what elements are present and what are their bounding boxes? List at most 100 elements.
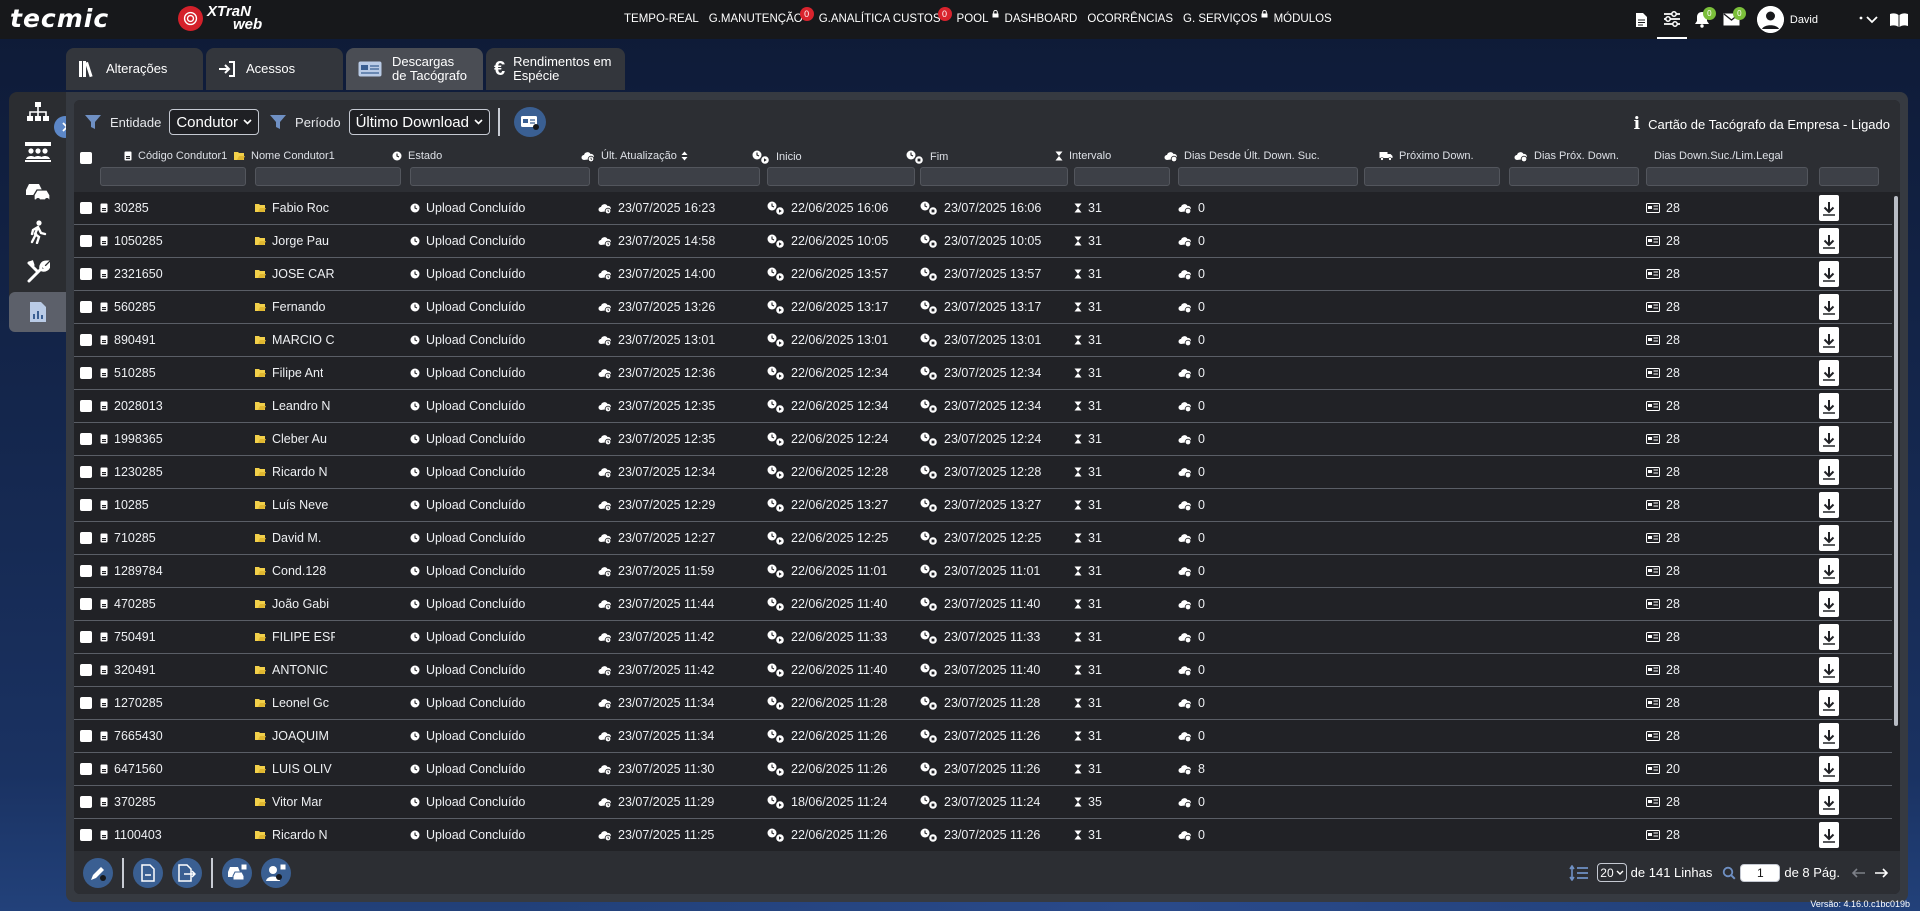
col-last-update-header[interactable]: Últ. Atualização xyxy=(581,150,688,162)
column-filter-input[interactable] xyxy=(1074,167,1170,186)
col-end-header[interactable]: Fim xyxy=(906,150,948,164)
nav-item-g-anal-tica-custos[interactable]: G.ANALÍTICA CUSTOS 0 xyxy=(819,7,952,25)
download-button[interactable] xyxy=(1819,492,1839,518)
company-card-button[interactable] xyxy=(513,107,546,137)
scrollbar-thumb[interactable] xyxy=(1894,196,1898,726)
download-button[interactable] xyxy=(1819,525,1839,551)
column-filter-input[interactable] xyxy=(598,167,760,186)
row-checkbox[interactable] xyxy=(80,565,92,577)
table-row[interactable]: 1998365 Cleber Au Upload Concluído 23/07/20… xyxy=(74,423,1892,456)
sidebar-item-vehicles[interactable] xyxy=(9,172,66,212)
row-checkbox[interactable] xyxy=(80,499,92,511)
download-button[interactable] xyxy=(1819,327,1839,353)
row-checkbox[interactable] xyxy=(80,598,92,610)
select-all-checkbox[interactable] xyxy=(80,152,92,164)
download-button[interactable] xyxy=(1819,723,1839,749)
row-checkbox[interactable] xyxy=(80,829,92,841)
col-driver-name-header[interactable]: Nome Condutor1 xyxy=(234,150,335,162)
scrollbar[interactable] xyxy=(1892,192,1900,736)
row-checkbox[interactable] xyxy=(80,631,92,643)
column-filter-input[interactable] xyxy=(767,167,915,186)
table-row[interactable]: 470285 João Gabi Upload Concluído 23/07/202… xyxy=(74,588,1892,621)
table-row[interactable]: 1100403 Ricardo N Upload Concluído 23/07/20… xyxy=(74,819,1892,852)
table-row[interactable]: 710285 David M. Upload Concluído 23/07/2025… xyxy=(74,522,1892,555)
nav-item-g-manuten-o[interactable]: G.MANUTENÇÃO 0 xyxy=(709,7,814,25)
column-filter-input[interactable] xyxy=(1509,167,1639,186)
download-button[interactable] xyxy=(1819,360,1839,386)
row-checkbox[interactable] xyxy=(80,730,92,742)
row-checkbox[interactable] xyxy=(80,235,92,247)
row-checkbox[interactable] xyxy=(80,664,92,676)
row-checkbox[interactable] xyxy=(80,763,92,775)
table-row[interactable]: 1289784 Cond.128 Upload Concluído 23/07/202… xyxy=(74,555,1892,588)
download-button[interactable] xyxy=(1819,261,1839,287)
row-checkbox[interactable] xyxy=(80,532,92,544)
table-row[interactable]: 1230285 Ricardo N Upload Concluído 23/07/20… xyxy=(74,456,1892,489)
table-row[interactable]: 510285 Filipe Ant Upload Concluído 23/07/20… xyxy=(74,357,1892,390)
table-row[interactable]: 10285 Luís Neve Upload Concluído 23/07/2025… xyxy=(74,489,1892,522)
table-row[interactable]: 7665430 JOAQUIM Upload Concluído 23/07/2025… xyxy=(74,720,1892,753)
column-filter-input[interactable] xyxy=(1646,167,1808,186)
download-button[interactable] xyxy=(1819,624,1839,650)
avatar[interactable] xyxy=(1756,6,1784,33)
table-row[interactable]: 1270285 Leonel Gc Upload Concluído 23/07/20… xyxy=(74,687,1892,720)
book-icon[interactable] xyxy=(1884,0,1914,39)
export-file-button[interactable] xyxy=(172,857,202,888)
download-button[interactable] xyxy=(1819,228,1839,254)
export-pdf-button[interactable] xyxy=(133,857,163,888)
table-row[interactable]: 2321650 JOSE CAR Upload Concluído 23/07/202… xyxy=(74,258,1892,291)
mail-icon[interactable]: 0 xyxy=(1717,0,1747,39)
download-button[interactable] xyxy=(1819,657,1839,683)
page-number-input[interactable] xyxy=(1740,863,1781,882)
column-filter-input[interactable] xyxy=(410,167,590,186)
nav-item-g-servi-os[interactable]: G. SERVIÇOS xyxy=(1183,10,1268,25)
vehicle-link-button[interactable] xyxy=(222,857,252,888)
prev-page-arrow-icon[interactable] xyxy=(1852,867,1866,878)
table-row[interactable]: 560285 Fernando Upload Concluído 23/07/2025… xyxy=(74,291,1892,324)
table-row[interactable]: 320491 ANTONIC Upload Concluído 23/07/2025 … xyxy=(74,654,1892,687)
row-checkbox[interactable] xyxy=(80,268,92,280)
download-button[interactable] xyxy=(1819,393,1839,419)
col-days-legal-limit-header[interactable]: Dias Down.Suc./Lim.Legal xyxy=(1654,150,1783,162)
search-icon[interactable] xyxy=(1722,866,1736,880)
row-checkbox[interactable] xyxy=(80,367,92,379)
tab-alteracoes[interactable]: Alterações xyxy=(66,48,203,90)
row-checkbox[interactable] xyxy=(80,301,92,313)
sidebar-item-walking-person[interactable] xyxy=(9,212,66,252)
download-button[interactable] xyxy=(1819,294,1839,320)
column-filter-input[interactable] xyxy=(1178,167,1358,186)
download-button[interactable] xyxy=(1819,459,1839,485)
col-days-since-download-header[interactable]: Dias Desde Últ. Down. Suc. xyxy=(1164,150,1320,162)
column-filter-input[interactable] xyxy=(100,167,246,186)
row-checkbox[interactable] xyxy=(80,400,92,412)
table-row[interactable]: 30285 Fabio Roc Upload Concluído 23/07/2025… xyxy=(74,192,1892,225)
tecmic-logo[interactable]: tecmic xyxy=(10,6,109,31)
nav-item-m-dulos[interactable]: MÓDULOS xyxy=(1274,13,1334,25)
table-row[interactable]: 750491 FILIPE ESF Upload Concluído 23/07/20… xyxy=(74,621,1892,654)
table-row[interactable]: 2028013 Leandro N Upload Concluído 23/07/20… xyxy=(74,390,1892,423)
tab-acessos[interactable]: Acessos xyxy=(206,48,343,90)
driver-link-button[interactable] xyxy=(261,857,291,888)
row-checkbox[interactable] xyxy=(80,796,92,808)
page-size-select[interactable]: 20 xyxy=(1597,863,1627,882)
table-row[interactable]: 370285 Vitor Mar Upload Concluído 23/07/202… xyxy=(74,786,1892,819)
column-filter-input[interactable] xyxy=(255,167,401,186)
table-row[interactable]: 1050285 Jorge Pau Upload Concluído 23/07/20… xyxy=(74,225,1892,258)
nav-item-dashboard[interactable]: DASHBOARD xyxy=(1005,13,1080,25)
download-button[interactable] xyxy=(1819,822,1839,848)
download-button[interactable] xyxy=(1819,789,1839,815)
tab-descargas-tacografo[interactable]: Descargas de Tacógrafo xyxy=(346,48,483,90)
col-days-to-next-download-header[interactable]: Dias Próx. Down. xyxy=(1514,150,1619,162)
period-select[interactable]: Último Download xyxy=(348,109,490,135)
user-name[interactable]: David xyxy=(1790,14,1818,26)
download-button[interactable] xyxy=(1819,426,1839,452)
settings-sliders-icon[interactable] xyxy=(1656,0,1687,39)
row-checkbox[interactable] xyxy=(80,697,92,709)
table-row[interactable]: 6471560 LUIS OLIV Upload Concluído 23/07/20… xyxy=(74,753,1892,786)
col-start-header[interactable]: Inicio xyxy=(752,150,802,164)
nav-item-pool[interactable]: POOL xyxy=(957,10,999,25)
column-filter-input[interactable] xyxy=(1364,167,1500,186)
column-filter-input[interactable] xyxy=(920,167,1068,186)
entity-select[interactable]: Condutor xyxy=(169,109,260,135)
row-checkbox[interactable] xyxy=(80,334,92,346)
